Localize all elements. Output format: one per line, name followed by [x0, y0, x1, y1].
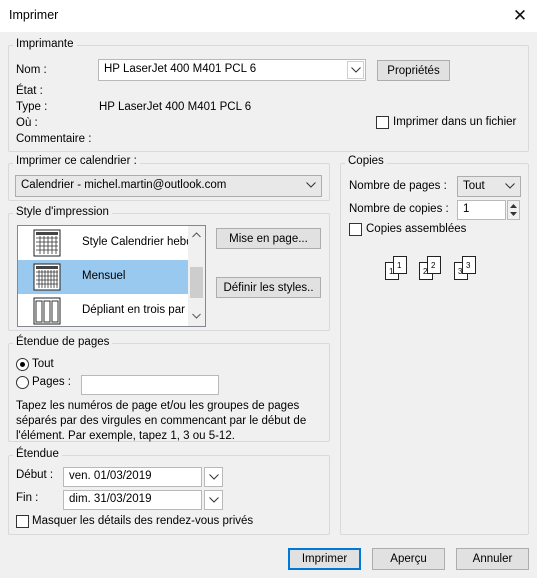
preview-button[interactable]: Aperçu — [372, 548, 445, 570]
pages-count-select[interactable]: Tout — [457, 176, 521, 197]
pages-input[interactable] — [81, 375, 219, 395]
spin-up-icon[interactable] — [510, 204, 517, 208]
window-title: Imprimer — [9, 8, 59, 22]
page-range-pages-label[interactable]: Pages : — [32, 376, 71, 388]
print-style-item-monthly[interactable]: Mensuel — [18, 260, 188, 294]
chevron-down-icon[interactable] — [347, 61, 364, 79]
title-bar — [0, 0, 537, 32]
help-line: séparés par des virgules en commencant p… — [16, 415, 307, 427]
weekly-calendar-icon — [33, 229, 61, 257]
calendar-legend: Imprimer ce calendrier : — [13, 155, 140, 167]
calendar-select[interactable]: Calendrier - michel.martin@outlook.com — [15, 175, 322, 197]
hide-private-details-checkbox[interactable] — [16, 515, 29, 528]
copies-count-input[interactable]: 1 — [457, 200, 506, 220]
print-to-file-checkbox[interactable] — [376, 116, 389, 129]
printer-type-label: Type : — [16, 101, 48, 113]
print-style-legend: Style d'impression — [13, 206, 112, 218]
copies-spinner[interactable] — [507, 200, 520, 220]
collate-page: 1 — [393, 256, 407, 274]
page-range-help-text: Tapez les numéros de page et/ou les grou… — [16, 399, 306, 444]
end-date-field[interactable]: dim. 31/03/2019 — [63, 490, 202, 510]
chevron-down-icon[interactable] — [303, 177, 320, 195]
print-style-label: Style Calendrier hebd — [82, 236, 193, 248]
pages-count-label: Nombre de pages : — [349, 180, 447, 192]
chevron-down-icon[interactable] — [502, 178, 519, 196]
print-style-label: Mensuel — [82, 270, 126, 282]
define-styles-button[interactable]: Définir les styles.. — [216, 277, 321, 298]
print-style-label: Dépliant en trois par — [82, 304, 185, 316]
chevron-down-icon — [209, 474, 219, 480]
printer-where-label: Où : — [16, 117, 38, 129]
print-style-item-weekly[interactable]: Style Calendrier hebd — [18, 226, 193, 260]
print-style-scrollbar[interactable] — [188, 226, 205, 326]
page-setup-button[interactable]: Mise en page... — [216, 228, 321, 249]
start-date-field[interactable]: ven. 01/03/2019 — [63, 467, 202, 487]
printer-status-label: État : — [16, 85, 43, 97]
print-style-list[interactable]: Style Calendrier hebd Mensuel Dépliant e… — [17, 225, 206, 327]
collate-page: 2 — [427, 256, 441, 274]
printer-properties-button[interactable]: Propriétés — [377, 60, 450, 81]
help-line: l'élément. Par exemple, tapez 1, 3 ou 5-… — [16, 430, 235, 442]
date-range-legend: Étendue — [13, 448, 62, 460]
printer-legend: Imprimante — [13, 38, 77, 50]
page-range-legend: Étendue de pages — [13, 336, 113, 348]
printer-name-label: Nom : — [16, 64, 47, 76]
hide-private-details-label[interactable]: Masquer les détails des rendez-vous priv… — [32, 515, 253, 527]
printer-comment-label: Commentaire : — [16, 133, 92, 145]
printer-select-value: HP LaserJet 400 M401 PCL 6 — [104, 63, 257, 75]
copies-legend: Copies — [345, 155, 387, 167]
collate-page: 3 — [462, 256, 476, 274]
monthly-calendar-icon — [33, 263, 61, 291]
pages-count-value: Tout — [463, 180, 485, 192]
copies-count-value: 1 — [463, 203, 470, 215]
page-range-pages-radio[interactable] — [16, 376, 29, 389]
start-date-dropdown[interactable] — [204, 467, 223, 487]
page-range-all-radio[interactable] — [16, 358, 29, 371]
trifold-icon — [33, 297, 61, 325]
collate-checkbox[interactable] — [349, 223, 362, 236]
help-line: Tapez les numéros de page et/ou les grou… — [16, 400, 300, 412]
copies-count-label: Nombre de copies : — [349, 203, 449, 215]
print-button[interactable]: Imprimer — [288, 548, 361, 570]
scroll-down-icon[interactable] — [192, 313, 201, 319]
start-date-value: ven. 01/03/2019 — [69, 470, 152, 482]
close-icon[interactable]: ✕ — [508, 4, 532, 28]
scroll-up-icon[interactable] — [192, 232, 201, 238]
cancel-button[interactable]: Annuler — [456, 548, 529, 570]
end-date-value: dim. 31/03/2019 — [69, 493, 152, 505]
collate-preview-icon: 1 1 2 2 3 3 — [385, 256, 485, 286]
print-style-item-trifold[interactable]: Dépliant en trois par — [18, 294, 188, 326]
spin-down-icon[interactable] — [510, 212, 517, 216]
calendar-select-value: Calendrier - michel.martin@outlook.com — [21, 179, 227, 191]
start-date-label: Début : — [16, 469, 54, 481]
end-date-dropdown[interactable] — [204, 490, 223, 510]
printer-select[interactable]: HP LaserJet 400 M401 PCL 6 — [98, 59, 366, 81]
scrollbar-thumb[interactable] — [190, 267, 203, 298]
page-range-all-label[interactable]: Tout — [32, 358, 54, 370]
print-to-file-label[interactable]: Imprimer dans un fichier — [393, 116, 516, 128]
collate-label[interactable]: Copies assemblées — [366, 223, 466, 235]
chevron-down-icon — [209, 497, 219, 503]
printer-type-value: HP LaserJet 400 M401 PCL 6 — [99, 101, 252, 113]
end-date-label: Fin : — [16, 492, 39, 504]
